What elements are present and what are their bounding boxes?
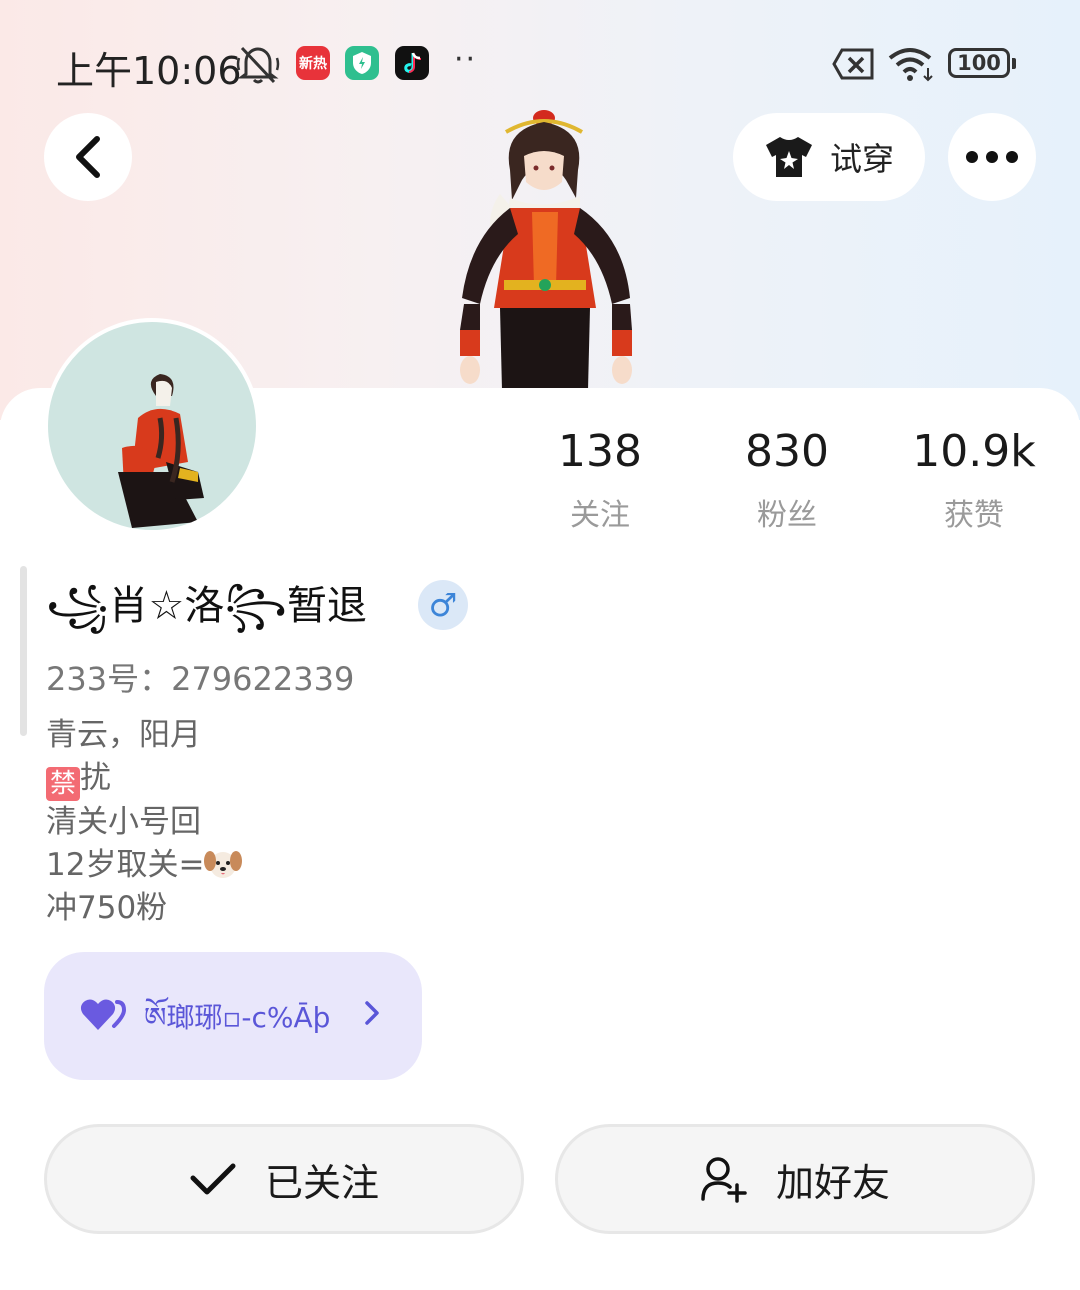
add-friend-button[interactable]: 加好友 xyxy=(555,1124,1035,1234)
back-button[interactable] xyxy=(44,113,132,201)
stat-followers[interactable]: 830 粉丝 xyxy=(697,426,877,534)
chevron-right-icon xyxy=(365,1001,379,1025)
avatar-character-image xyxy=(118,374,204,528)
bio-line: 12岁取关= xyxy=(46,844,243,887)
tshirt-icon xyxy=(765,137,812,177)
checkmark-icon xyxy=(190,1163,236,1195)
male-gender-icon: ♂ xyxy=(418,580,468,630)
try-on-button[interactable]: 试穿 xyxy=(733,113,925,201)
news-app-label: 新热 xyxy=(299,56,327,72)
battery-indicator: 100 xyxy=(948,48,1016,78)
profile-display-name: ꧁肖☆洛꧂暂退 xyxy=(46,583,367,629)
profile-avatar[interactable] xyxy=(44,318,260,534)
dog-face-icon xyxy=(204,851,243,878)
shield-icon xyxy=(353,52,371,74)
bio-line: 清关小号回 xyxy=(46,804,201,840)
bio-line: 禁扰 xyxy=(46,757,242,801)
add-user-icon xyxy=(701,1157,747,1203)
stat-following-label: 关注 xyxy=(570,498,630,533)
scroll-indicator xyxy=(20,566,27,736)
tiktok-app-icon xyxy=(395,46,429,80)
profile-id[interactable]: 233号：279622339 xyxy=(46,654,354,700)
try-on-label: 试穿 xyxy=(829,140,894,178)
more-dots-icon xyxy=(966,151,1018,163)
more-options-button[interactable] xyxy=(948,113,1036,201)
stat-likes: 10.9k 获赞 xyxy=(884,426,1064,534)
tiktok-icon xyxy=(404,52,422,73)
character-avatar-image xyxy=(460,110,632,390)
stat-likes-value: 10.9k xyxy=(912,426,1036,477)
news-app-icon: 新热 xyxy=(296,46,330,80)
bio-line: 青云，阳月 xyxy=(46,717,201,753)
status-overflow-dots: ·· xyxy=(454,42,478,77)
following-label: 已关注 xyxy=(264,1160,379,1205)
status-time: 上午10:06 xyxy=(56,49,242,93)
stat-likes-label: 获赞 xyxy=(944,498,1004,533)
mute-bell-icon xyxy=(236,46,280,84)
fan-group-card[interactable]: ཨོ瑯琊▫-c%Āþ xyxy=(44,952,422,1080)
bio-line-text: 12岁取关= xyxy=(46,847,205,883)
bio-line-text: 扰 xyxy=(80,760,111,796)
no-sim-icon xyxy=(832,48,874,80)
bio-line: 冲750粉 xyxy=(46,890,168,926)
double-heart-icon xyxy=(80,999,126,1030)
stat-followers-label: 粉丝 xyxy=(757,498,817,533)
stat-followers-value: 830 xyxy=(745,426,829,477)
forbidden-badge-icon: 禁 xyxy=(46,767,80,801)
following-button[interactable]: 已关注 xyxy=(44,1124,524,1234)
status-bar: 上午10:06 新热 ·· 100 xyxy=(0,30,1080,96)
wifi-icon xyxy=(888,48,933,82)
stat-following-value: 138 xyxy=(558,426,642,477)
security-app-icon xyxy=(345,46,379,80)
fan-group-name: ཨོ瑯琊▫-c%Āþ xyxy=(144,1001,331,1034)
stat-following[interactable]: 138 关注 xyxy=(510,426,690,534)
add-friend-label: 加好友 xyxy=(775,1160,890,1205)
profile-bio: 青云，阳月 禁扰 清关小号回 12岁取关= 冲750粉 xyxy=(46,714,243,930)
chevron-left-icon xyxy=(76,136,100,178)
